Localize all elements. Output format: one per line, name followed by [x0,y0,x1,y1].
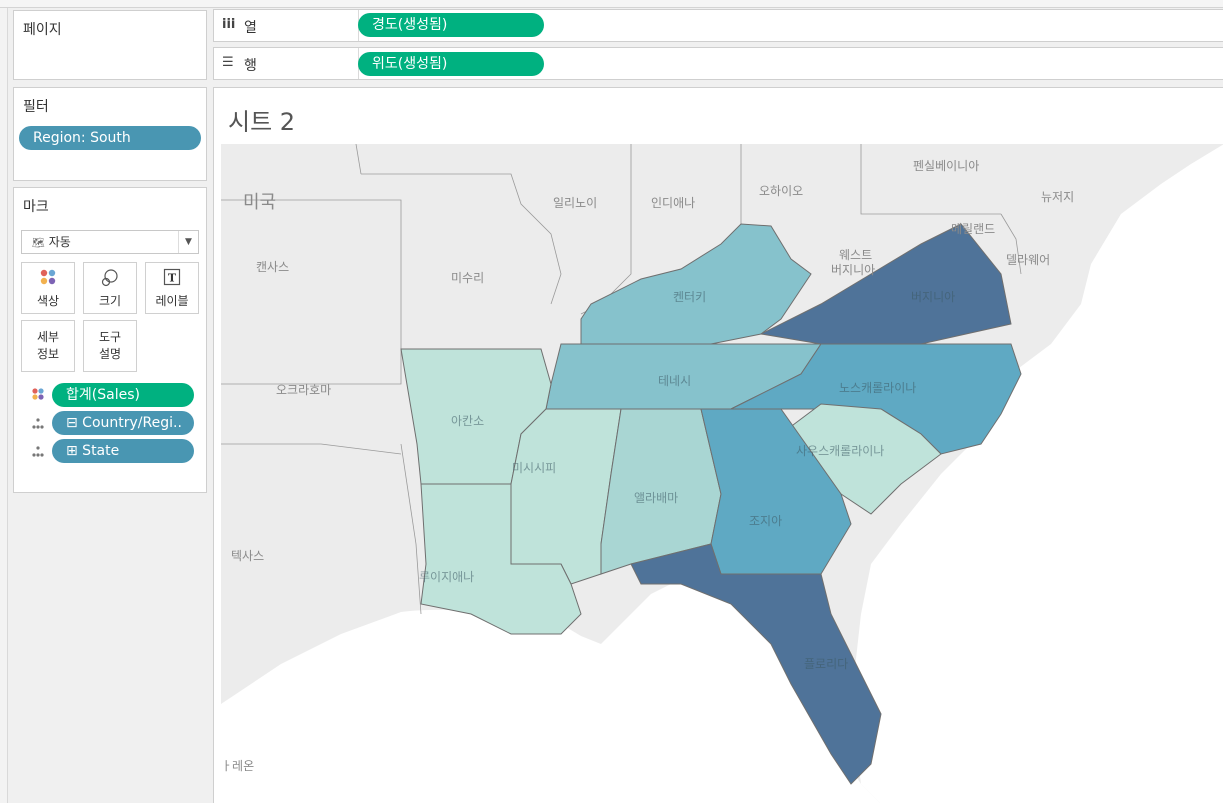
detail-button-label-1: 세부 [36,330,60,344]
label-country: 미국 [243,192,276,213]
svg-text:T: T [168,272,177,285]
label-kansas: 캔사스 [256,260,289,274]
label-south-carolina: 사우스캐롤라이나 [796,444,884,458]
label-button[interactable]: T 레이블 [145,262,199,314]
detail-button-label-2: 정보 [36,347,60,361]
size-button[interactable]: 크기 [83,262,137,314]
view-canvas[interactable]: 시트 2 펜실베이니아 뉴저지 오하이오 인디애나 일리노이 메릴랜드 델라웨어… [213,87,1223,803]
mark-field-country[interactable]: ⊟ Country/Regi.. [52,411,194,435]
detail-field-icon [31,417,45,434]
label-oklahoma: 오크라호마 [276,383,331,397]
mark-field-state[interactable]: ⊞ State [52,439,194,463]
label-mississippi: 미시시피 [512,461,556,475]
text-label-icon: T [146,268,198,292]
label-delaware: 델라웨어 [1006,253,1050,267]
columns-shelf-label: 열 [244,20,257,36]
columns-pill-longitude[interactable]: 경도(생성됨) [358,13,544,37]
sheet-title: 시트 2 [228,108,296,136]
rows-pill-latitude[interactable]: 위도(생성됨) [358,52,544,76]
label-pennsylvania: 펜실베이니아 [913,159,979,173]
rows-shelf[interactable]: ☰ 행 위도(생성됨) [213,47,1223,80]
label-missouri: 미수리 [451,271,484,285]
left-edge [0,8,8,803]
tooltip-button[interactable]: 도구 설명 [83,320,137,372]
detail-button[interactable]: 세부 정보 [21,320,75,372]
label-illinois: 일리노이 [553,196,597,210]
detail-field-icon [31,445,45,462]
mark-type-value: 자동 [48,235,71,249]
rows-shelf-label: 행 [244,58,257,74]
mark-type-dropdown[interactable]: 🗺 자동 ▼ [21,230,199,254]
mark-field-sales[interactable]: 합계(Sales) [52,383,194,407]
map-view[interactable]: 펜실베이니아 뉴저지 오하이오 인디애나 일리노이 메릴랜드 델라웨어 웨스트 … [221,144,1223,803]
label-north-carolina: 노스캐롤라이나 [839,381,916,395]
size-button-label: 크기 [98,294,122,308]
label-new-jersey: 뉴저지 [1041,190,1074,204]
size-icon [84,268,136,292]
marks-title: 마크 [23,199,49,215]
label-alabama: 앨라배마 [634,491,678,505]
columns-icon: iii [222,17,236,32]
label-georgia: 조지아 [749,514,782,528]
label-west-virginia-2: 버지니아 [831,263,875,277]
color-icon [22,268,74,292]
label-louisiana: 루이지애나 [419,570,474,584]
pages-card[interactable]: 페이지 [13,10,207,80]
map-icon: 🗺 [32,238,45,249]
label-tennessee: 테네시 [658,374,691,388]
rows-icon: ☰ [222,55,234,70]
label-ohio: 오하이오 [759,184,803,198]
label-virginia: 버지니아 [911,290,955,304]
label-button-label: 레이블 [155,294,189,308]
color-field-icon [31,387,45,404]
label-kentucky: 켄터키 [673,290,706,304]
label-arkansas: 아칸소 [451,414,484,428]
filter-pill-region[interactable]: Region: South [19,126,201,150]
chevron-down-icon[interactable]: ▼ [178,231,198,253]
filters-title: 필터 [23,99,49,115]
label-west-virginia-1: 웨스트 [839,248,872,262]
label-texas: 텍사스 [231,549,264,563]
filters-card[interactable]: 필터 Region: South [13,87,207,181]
pages-title: 페이지 [23,22,62,38]
label-indiana: 인디애나 [651,196,695,210]
tooltip-button-label-1: 도구 [98,330,122,344]
color-button-label: 색상 [36,294,60,308]
toolbar-strip [0,0,1223,8]
label-florida: 플로리다 [804,657,848,671]
columns-shelf[interactable]: iii 열 경도(생성됨) [213,9,1223,42]
label-maryland: 메릴랜드 [951,222,995,236]
label-mexico-partial: ㅏ레온 [221,759,254,773]
tooltip-button-label-2: 설명 [98,347,122,361]
color-button[interactable]: 색상 [21,262,75,314]
